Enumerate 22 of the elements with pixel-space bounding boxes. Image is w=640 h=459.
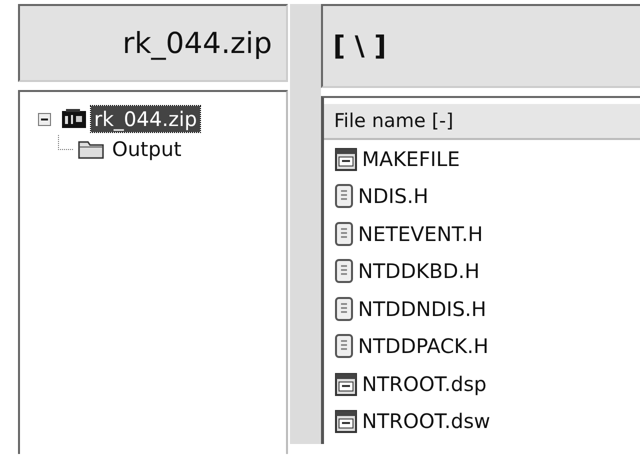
project-file-icon xyxy=(334,146,358,172)
path-label: [ \ ] xyxy=(332,30,386,62)
zip-icon xyxy=(61,108,87,130)
file-name[interactable]: NTDDNDIS.H xyxy=(358,296,486,321)
document-icon xyxy=(334,220,354,247)
file-name[interactable]: NTROOT.dsw xyxy=(362,409,490,434)
file-name[interactable]: NTROOT.dsp xyxy=(362,372,487,396)
project-file-icon xyxy=(334,370,358,397)
file-name[interactable]: MAKEFILE xyxy=(362,146,460,171)
file-name[interactable]: NDIS.H xyxy=(358,184,428,208)
file-name[interactable]: NETEVENT.H xyxy=(358,222,483,246)
document-icon xyxy=(334,296,354,322)
file-name[interactable]: NTDDKBD.H xyxy=(358,259,480,284)
archive-title: rk_044.zip xyxy=(122,26,272,60)
file-name[interactable]: NTDDPACK.H xyxy=(358,334,489,358)
collapse-toggle-icon[interactable] xyxy=(38,112,51,126)
document-icon xyxy=(334,183,354,210)
tree-item[interactable]: Output xyxy=(109,136,184,162)
project-file-icon xyxy=(334,408,358,434)
document-icon xyxy=(334,333,354,360)
document-icon xyxy=(334,258,354,284)
tree-item[interactable]: rk_044.zip xyxy=(91,106,200,132)
